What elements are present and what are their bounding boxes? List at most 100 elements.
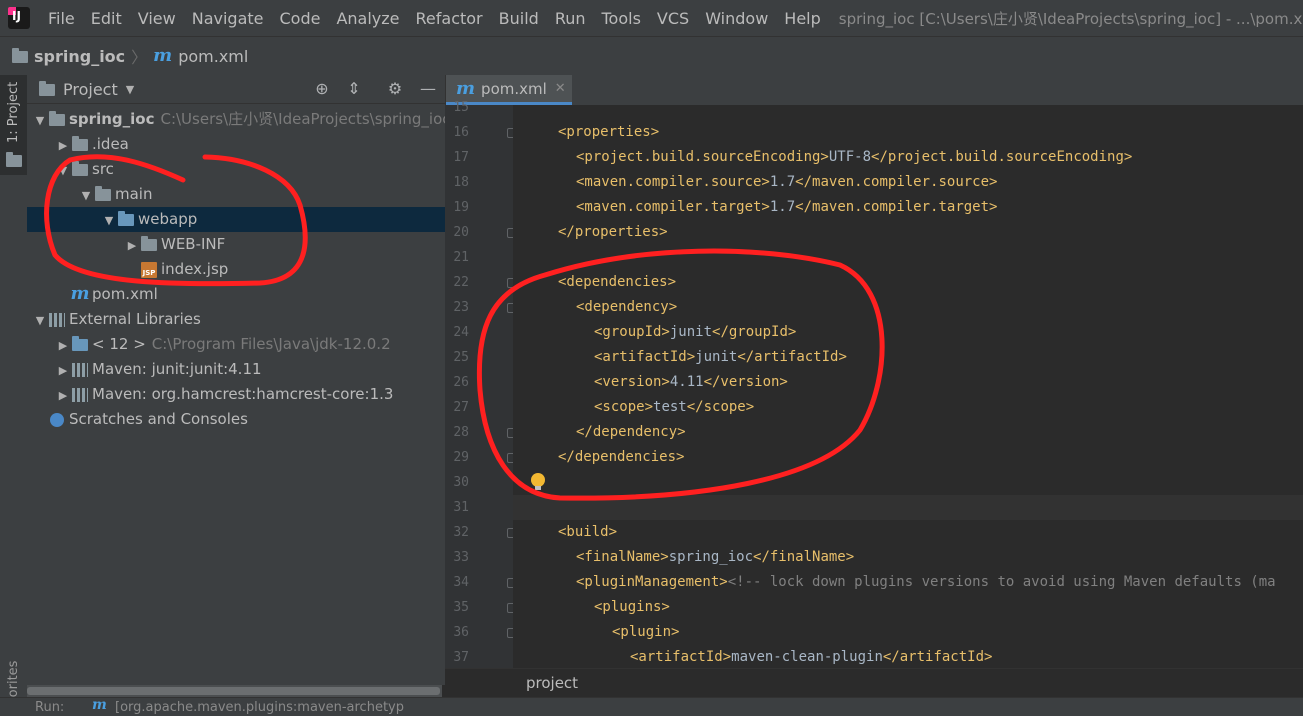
line-number: 22	[453, 275, 469, 290]
tree-item-path: C:\Program Files\Java\jdk-12.0.2	[151, 335, 391, 353]
tree-item-label: Maven: junit:junit:4.11	[92, 360, 262, 378]
tree-item[interactable]: ▶ .idea	[27, 132, 445, 157]
menu-file[interactable]: File	[40, 9, 83, 28]
chevron-right-icon[interactable]: ▶	[56, 333, 70, 358]
tree-item[interactable]: Scratches and Consoles	[27, 407, 445, 432]
menu-refactor[interactable]: Refactor	[408, 9, 491, 28]
code-line: <plugin>	[612, 624, 680, 640]
menu-tools[interactable]: Tools	[594, 9, 649, 28]
code-line: <artifactId>junit</artifactId>	[594, 349, 847, 365]
line-number: 36	[453, 625, 469, 640]
chevron-right-icon[interactable]: ▶	[125, 233, 139, 258]
chevron-down-icon[interactable]: ▼	[56, 158, 70, 183]
tree-item[interactable]: ▼ webapp	[27, 207, 445, 232]
line-number: 19	[453, 200, 469, 215]
jdk-icon	[70, 332, 90, 357]
chevron-down-icon[interactable]: ▼	[33, 308, 47, 333]
close-icon[interactable]: ✕	[555, 81, 566, 96]
tree-item[interactable]: ▼ src	[27, 157, 445, 182]
code-line: </properties>	[558, 224, 668, 240]
locate-icon[interactable]: ⊕	[312, 79, 332, 99]
code-editor[interactable]: <properties> <project.build.sourceEncodin…	[513, 105, 1303, 668]
tree-item-label: .idea	[92, 135, 129, 153]
library-icon	[70, 382, 90, 407]
line-number: 25	[453, 350, 469, 365]
tree-item-label: External Libraries	[69, 310, 201, 328]
collapse-all-icon[interactable]: ⇕	[344, 79, 364, 99]
breadcrumb-file[interactable]: pom.xml	[178, 47, 248, 66]
line-number: 20	[453, 225, 469, 240]
breadcrumb-project[interactable]: spring_ioc	[34, 47, 125, 66]
menu-code[interactable]: Code	[272, 9, 329, 28]
project-folder-icon	[6, 151, 22, 169]
library-icon	[47, 307, 67, 332]
menu-window[interactable]: Window	[697, 9, 776, 28]
tree-item-label: webapp	[138, 210, 198, 228]
line-number: 18	[453, 175, 469, 190]
tree-item[interactable]: ▼ main	[27, 182, 445, 207]
line-number: 30	[453, 475, 469, 490]
tree-item-label: pom.xml	[92, 285, 158, 303]
tree-item[interactable]: ▶ Maven: org.hamcrest:hamcrest-core:1.3	[27, 382, 445, 407]
chevron-down-icon[interactable]: ▼	[33, 108, 47, 133]
tree-item[interactable]: ▼ External Libraries	[27, 307, 445, 332]
tree-item-label: Maven: org.hamcrest:hamcrest-core:1.3	[92, 385, 394, 403]
horizontal-scrollbar[interactable]	[27, 685, 442, 697]
tree-item-label: src	[92, 160, 114, 178]
chevron-right-icon[interactable]: ▶	[56, 133, 70, 158]
tab-label: pom.xml	[481, 79, 547, 98]
menu-help[interactable]: Help	[776, 9, 828, 28]
line-number: 34	[453, 575, 469, 590]
project-view-title[interactable]: Project	[63, 80, 118, 99]
tree-item[interactable]: ▶ WEB-INF	[27, 232, 445, 257]
gear-icon[interactable]: ⚙	[385, 79, 405, 99]
menu-edit[interactable]: Edit	[83, 9, 130, 28]
code-line: <pluginManagement><!-- lock down plugins…	[576, 574, 1276, 590]
menu-analyze[interactable]: Analyze	[328, 9, 407, 28]
line-number: 17	[453, 150, 469, 165]
line-number: 32	[453, 525, 469, 540]
tree-item-label: < 12 >	[92, 335, 146, 353]
code-line: <maven.compiler.source>1.7</maven.compil…	[576, 174, 998, 190]
menu-build[interactable]: Build	[491, 9, 547, 28]
scrollbar-thumb[interactable]	[27, 687, 440, 695]
web-folder-icon	[116, 207, 136, 232]
tree-item[interactable]: ▶ Maven: junit:junit:4.11	[27, 357, 445, 382]
line-number: 35	[453, 600, 469, 615]
line-number: 31	[453, 500, 469, 515]
minimize-icon[interactable]: —	[418, 79, 438, 99]
menu-view[interactable]: View	[130, 9, 184, 28]
maven-icon: m	[70, 283, 90, 304]
bottom-tool-bar: Run: m [org.apache.maven.plugins:maven-a…	[0, 697, 1303, 716]
tree-item[interactable]: m pom.xml	[27, 282, 445, 307]
library-icon	[70, 357, 90, 382]
tree-item[interactable]: JSP index.jsp	[27, 257, 445, 282]
menu-run[interactable]: Run	[547, 9, 594, 28]
project-tool-button[interactable]: 1: Project	[0, 75, 27, 175]
line-number: 26	[453, 375, 469, 390]
code-line: <groupId>junit</groupId>	[594, 324, 797, 340]
tree-item[interactable]: ▶ < 12 > C:\Program Files\Java\jdk-12.0.2	[27, 332, 445, 357]
tree-item-path: C:\Users\庄小贤\IdeaProjects\spring_ioc	[160, 110, 445, 128]
window-title: spring_ioc [C:\Users\庄小贤\IdeaProjects\sp…	[838, 9, 1303, 28]
tree-item[interactable]: ▼ spring_ioc C:\Users\庄小贤\IdeaProjects\spr…	[27, 107, 445, 132]
tree-item-label: index.jsp	[161, 260, 229, 278]
chevron-down-icon[interactable]: ▼	[102, 208, 116, 233]
tree-item-label: WEB-INF	[161, 235, 226, 253]
jsp-icon: JSP	[139, 257, 159, 282]
project-tree: ▼ spring_ioc C:\Users\庄小贤\IdeaProjects\spr…	[27, 107, 445, 467]
chevron-down-icon[interactable]: ▼	[126, 83, 134, 96]
chevron-right-icon[interactable]: ▶	[56, 358, 70, 383]
editor-breadcrumb-project[interactable]: project	[526, 674, 578, 692]
chevron-right-icon[interactable]: ▶	[56, 383, 70, 408]
lightbulb-icon[interactable]	[531, 473, 545, 490]
run-label[interactable]: Run:	[35, 700, 64, 715]
navigation-bar: spring_ioc 〉 m pom.xml	[0, 36, 1303, 76]
menu-navigate[interactable]: Navigate	[184, 9, 272, 28]
run-item[interactable]: [org.apache.maven.plugins:maven-archetyp	[115, 700, 404, 715]
menu-vcs[interactable]: VCS	[649, 9, 697, 28]
code-line: <plugins>	[594, 599, 670, 615]
chevron-down-icon[interactable]: ▼	[79, 183, 93, 208]
folder-icon	[12, 47, 28, 66]
maven-icon: m	[92, 697, 107, 713]
